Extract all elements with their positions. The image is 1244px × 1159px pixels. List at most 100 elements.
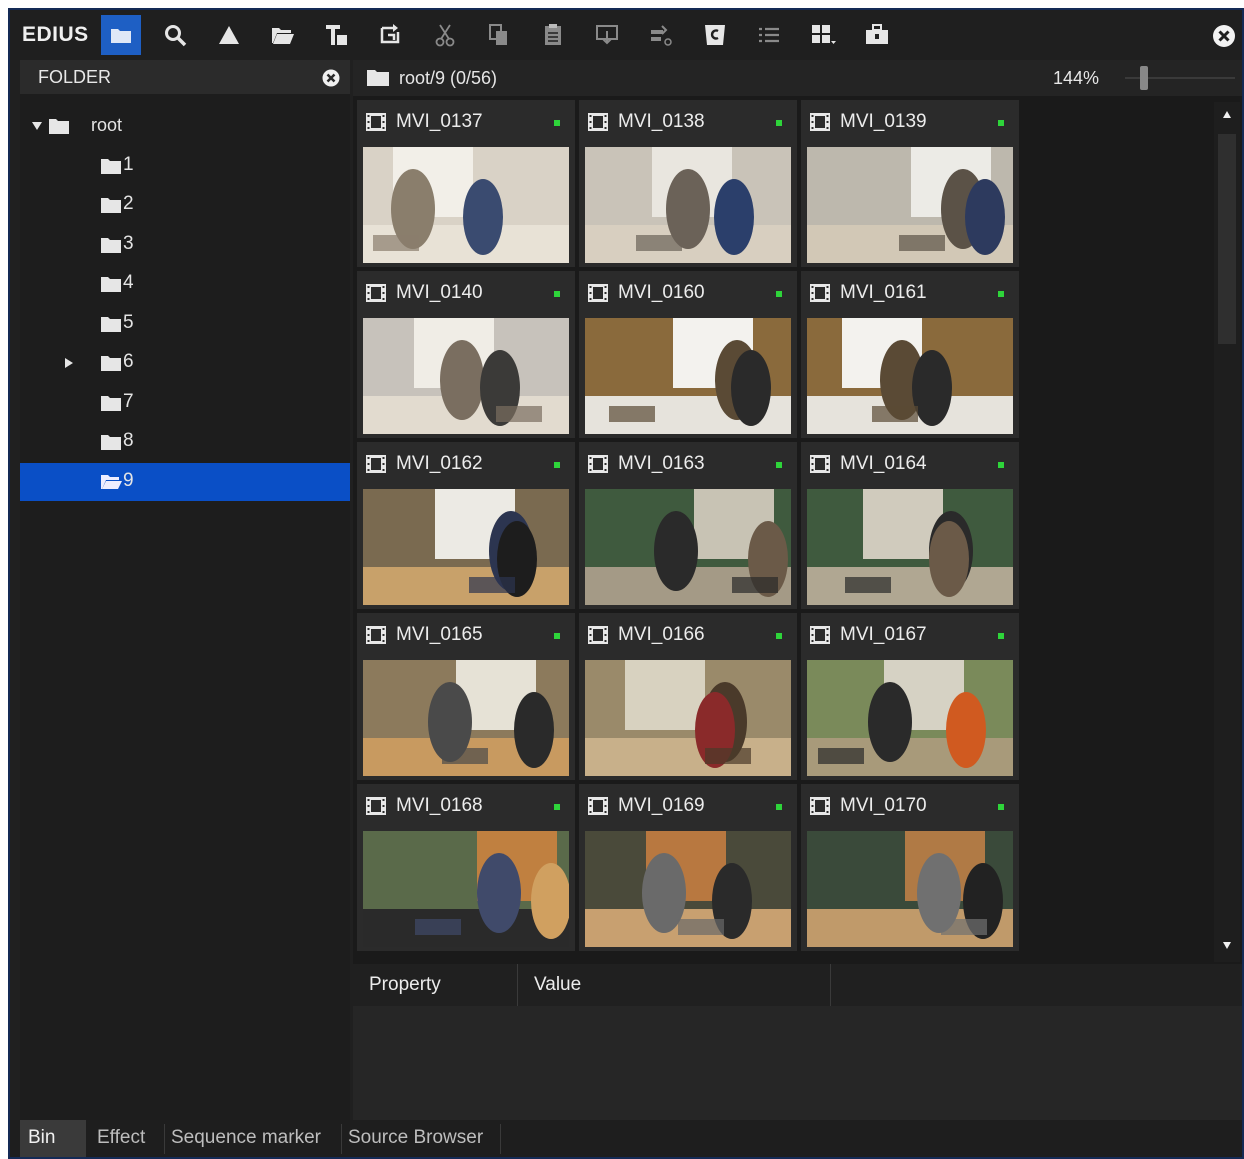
clip-status-dot bbox=[998, 462, 1004, 468]
clip-thumbnail[interactable] bbox=[807, 318, 1013, 434]
clip-header: MVI_0168 bbox=[357, 784, 575, 828]
clip-item[interactable]: MVI_0168 bbox=[357, 784, 575, 951]
value-column-header[interactable]: Value bbox=[518, 964, 830, 1006]
clip-thumbnail[interactable] bbox=[363, 147, 569, 263]
add-to-timeline-button[interactable] bbox=[641, 15, 681, 55]
film-clip-icon bbox=[810, 284, 830, 302]
thumbnail-view-button[interactable] bbox=[803, 15, 843, 55]
clip-thumbnail[interactable] bbox=[585, 489, 791, 605]
tree-node-folder-9[interactable]: 9 bbox=[20, 462, 350, 501]
folder-view-button[interactable] bbox=[100, 15, 141, 55]
clip-item[interactable]: MVI_0166 bbox=[579, 613, 797, 780]
tree-node-label: 7 bbox=[123, 390, 134, 412]
tree-node-label: root bbox=[91, 115, 123, 135]
zoom-slider-thumb[interactable] bbox=[1140, 66, 1148, 90]
scroll-up-icon[interactable] bbox=[1222, 110, 1232, 120]
clip-header: MVI_0163 bbox=[579, 442, 797, 486]
tab-effect[interactable]: Effect bbox=[88, 1120, 164, 1157]
clip-header: MVI_0164 bbox=[801, 442, 1019, 486]
clip-thumbnail[interactable] bbox=[807, 147, 1013, 263]
tree-node-root[interactable]: root bbox=[20, 107, 350, 145]
clip-header: MVI_0166 bbox=[579, 613, 797, 657]
clip-item[interactable]: MVI_0165 bbox=[357, 613, 575, 780]
tree-node-folder-6[interactable]: 6 bbox=[20, 344, 350, 382]
clip-status-dot bbox=[998, 120, 1004, 126]
thumbnail-image bbox=[363, 831, 569, 947]
tree-node-folder-5[interactable]: 5 bbox=[20, 305, 350, 343]
clip-thumbnail[interactable] bbox=[585, 147, 791, 263]
clip-thumbnail[interactable] bbox=[363, 660, 569, 776]
clip-item[interactable]: MVI_0167 bbox=[801, 613, 1019, 780]
clip-item[interactable]: MVI_0169 bbox=[579, 784, 797, 951]
clip-item[interactable]: MVI_0163 bbox=[579, 442, 797, 609]
edius-logo: EDIUS bbox=[22, 23, 89, 46]
tree-node-folder-8[interactable]: 8 bbox=[20, 423, 350, 461]
tree-node-folder-2[interactable]: 2 bbox=[20, 186, 350, 224]
collapse-arrow-icon[interactable] bbox=[63, 357, 75, 369]
clip-name: MVI_0164 bbox=[840, 453, 927, 474]
paste-icon bbox=[544, 24, 561, 45]
tab-source-browser[interactable]: Source Browser bbox=[342, 1120, 500, 1157]
clip-item[interactable]: MVI_0162 bbox=[357, 442, 575, 609]
new-title-icon bbox=[325, 25, 347, 45]
tree-node-folder-7[interactable]: 7 bbox=[20, 384, 350, 422]
toolbox-button[interactable] bbox=[857, 15, 897, 55]
replace-clip-icon bbox=[380, 24, 399, 44]
property-column-header[interactable]: Property bbox=[353, 964, 518, 1006]
thumbnail-image bbox=[807, 318, 1013, 434]
clip-item[interactable]: MVI_0138 bbox=[579, 100, 797, 267]
clip-item[interactable]: MVI_0170 bbox=[801, 784, 1019, 951]
copy-button[interactable] bbox=[479, 15, 519, 55]
clip-item[interactable]: MVI_0164 bbox=[801, 442, 1019, 609]
scrollbar-thumb[interactable] bbox=[1218, 134, 1236, 344]
clip-thumbnail[interactable] bbox=[807, 660, 1013, 776]
clip-thumbnail[interactable] bbox=[807, 489, 1013, 605]
tree-node-folder-1[interactable]: 1 bbox=[20, 147, 350, 185]
cut-button[interactable] bbox=[425, 15, 465, 55]
folder-icon bbox=[101, 356, 121, 371]
clip-item[interactable]: MVI_0160 bbox=[579, 271, 797, 438]
tab-bin[interactable]: Bin bbox=[20, 1120, 86, 1157]
clip-item[interactable]: MVI_0140 bbox=[357, 271, 575, 438]
thumbnail-image bbox=[585, 660, 791, 776]
copy-icon bbox=[488, 24, 507, 45]
tab-sequence-marker[interactable]: Sequence marker bbox=[165, 1120, 340, 1157]
add-to-player-button[interactable] bbox=[587, 15, 627, 55]
list-view-button[interactable] bbox=[749, 15, 789, 55]
tree-node-folder-4[interactable]: 4 bbox=[20, 265, 350, 303]
clip-item[interactable]: MVI_0139 bbox=[801, 100, 1019, 267]
thumbnail-image bbox=[363, 660, 569, 776]
close-icon[interactable] bbox=[1212, 24, 1236, 48]
replace-clip-button[interactable] bbox=[371, 15, 411, 55]
thumbnail-image bbox=[807, 147, 1013, 263]
scroll-down-icon[interactable] bbox=[1222, 940, 1232, 950]
clip-name: MVI_0137 bbox=[396, 111, 483, 132]
clip-status-dot bbox=[776, 633, 782, 639]
clip-thumbnail[interactable] bbox=[363, 318, 569, 434]
clip-thumbnail[interactable] bbox=[585, 660, 791, 776]
sync-button[interactable] bbox=[695, 15, 735, 55]
clip-name: MVI_0162 bbox=[396, 453, 483, 474]
clip-header: MVI_0162 bbox=[357, 442, 575, 486]
clip-thumbnail[interactable] bbox=[585, 318, 791, 434]
clip-item[interactable]: MVI_0161 bbox=[801, 271, 1019, 438]
tree-node-folder-3[interactable]: 3 bbox=[20, 226, 350, 264]
thumbnail-image bbox=[807, 489, 1013, 605]
expand-arrow-icon[interactable] bbox=[31, 120, 43, 132]
clip-header: MVI_0137 bbox=[357, 100, 575, 144]
folder-icon bbox=[101, 277, 121, 292]
clip-thumbnail[interactable] bbox=[585, 831, 791, 947]
search-button[interactable] bbox=[155, 15, 195, 55]
clip-item[interactable]: MVI_0137 bbox=[357, 100, 575, 267]
up-folder-button[interactable] bbox=[209, 15, 249, 55]
clip-thumbnail[interactable] bbox=[363, 489, 569, 605]
close-icon[interactable] bbox=[322, 69, 340, 87]
clip-thumbnail[interactable] bbox=[807, 831, 1013, 947]
new-title-button[interactable] bbox=[317, 15, 357, 55]
clip-thumbnail[interactable] bbox=[363, 831, 569, 947]
open-folder-button[interactable] bbox=[263, 15, 303, 55]
vertical-scrollbar[interactable] bbox=[1214, 102, 1240, 962]
paste-button[interactable] bbox=[533, 15, 573, 55]
clip-name: MVI_0161 bbox=[840, 282, 927, 303]
sync-icon bbox=[704, 25, 725, 45]
